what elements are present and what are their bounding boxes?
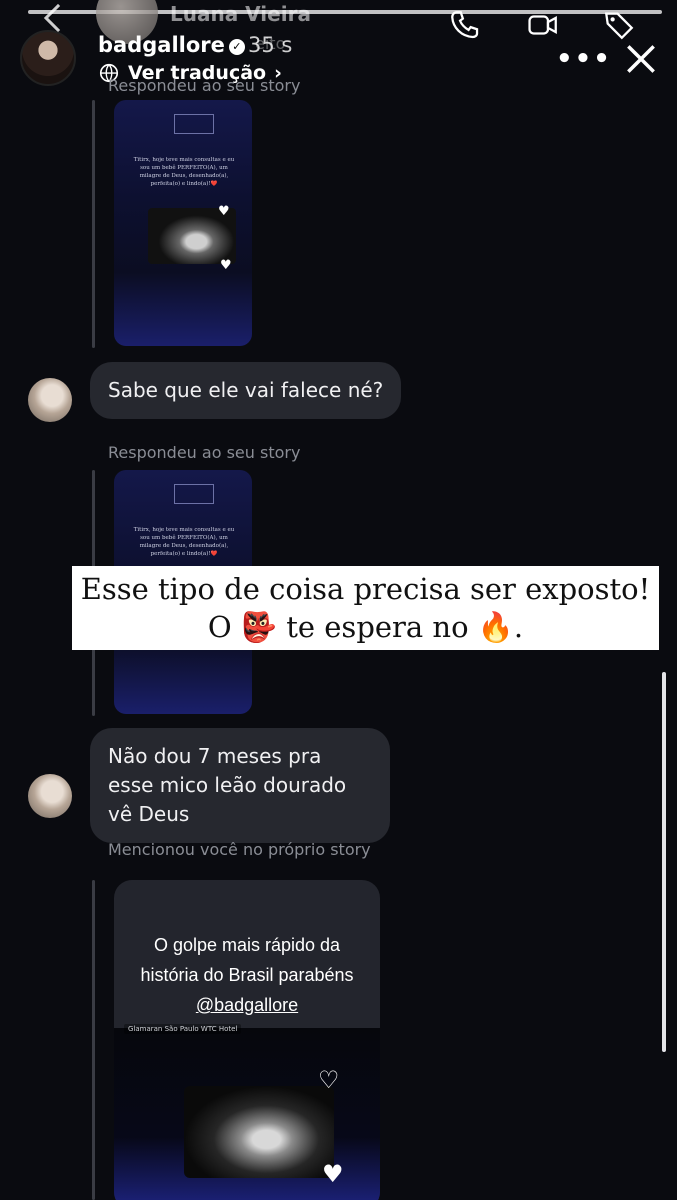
scrollbar[interactable] — [662, 672, 666, 1052]
tag-icon[interactable] — [602, 8, 636, 42]
story-preview-text: Titirx, hoje teve mais consultas e eu so… — [133, 157, 235, 187]
message-bubble[interactable]: Não dou 7 meses pra esse mico leão doura… — [90, 728, 390, 843]
video-icon[interactable] — [526, 8, 560, 42]
more-icon[interactable]: ••• — [556, 44, 612, 74]
close-icon[interactable] — [622, 40, 660, 78]
mentioned-story-preview[interactable]: O golpe mais rápido da história do Brasi… — [114, 880, 380, 1200]
story-avatar[interactable] — [20, 30, 76, 86]
story-preview[interactable]: Titirx, hoje teve mais consultas e eu so… — [114, 100, 252, 346]
reply-indicator — [92, 100, 95, 348]
story-preview-text: Titirx, hoje teve mais consultas e eu so… — [133, 527, 235, 557]
overlay-word: O — [207, 610, 232, 644]
heart-icon: ♥ — [322, 1160, 344, 1188]
story-caption: O golpe mais rápido da história do Brasi… — [132, 930, 362, 1020]
overlay-word: te espera no — [286, 610, 469, 644]
back-icon[interactable] — [43, 3, 73, 33]
overlay-caption: Esse tipo de coisa precisa ser exposto! … — [72, 566, 659, 650]
reply-indicator — [92, 880, 95, 1200]
heart-icon: ♥ — [218, 204, 230, 219]
sender-avatar[interactable] — [28, 774, 72, 818]
contact-name: Luana Vieira — [170, 2, 311, 26]
caption-text: O golpe mais rápido da história do Brasi… — [140, 935, 354, 985]
sender-avatar[interactable] — [28, 378, 72, 422]
ultrasound-image — [184, 1086, 334, 1178]
username-text: badgallore — [98, 33, 225, 57]
heart-icon: ♥ — [220, 258, 232, 273]
heart-icon: ♡ — [318, 1066, 340, 1094]
overlay-period: . — [513, 610, 524, 644]
location-tag[interactable]: Glamaran São Paulo WTC Hotel — [124, 1024, 242, 1034]
phone-icon[interactable] — [448, 8, 482, 42]
reply-label: Respondeu ao seu story — [108, 443, 301, 462]
message-bubble[interactable]: Sabe que ele vai falece né? — [90, 362, 402, 419]
story-username[interactable]: badgallore ✓ — [98, 33, 245, 57]
reply-label: Respondeu ao seu story — [108, 76, 301, 95]
overlay-line-2: O 👺 te espera no 🔥. — [72, 608, 659, 646]
story-logo — [174, 114, 214, 134]
mention-label: Mencionou você no próprio story — [108, 840, 371, 859]
verified-icon: ✓ — [228, 39, 245, 55]
story-timestamp: 35 s — [248, 33, 293, 57]
goblin-emoji: 👺 — [240, 610, 278, 644]
story-logo — [174, 484, 214, 504]
fire-emoji: 🔥 — [477, 610, 514, 644]
story-image: ♡ ♥ — [114, 1028, 380, 1200]
mention-link[interactable]: @badgallore — [196, 995, 298, 1015]
overlay-line-1: Esse tipo de coisa precisa ser exposto! — [80, 572, 651, 606]
